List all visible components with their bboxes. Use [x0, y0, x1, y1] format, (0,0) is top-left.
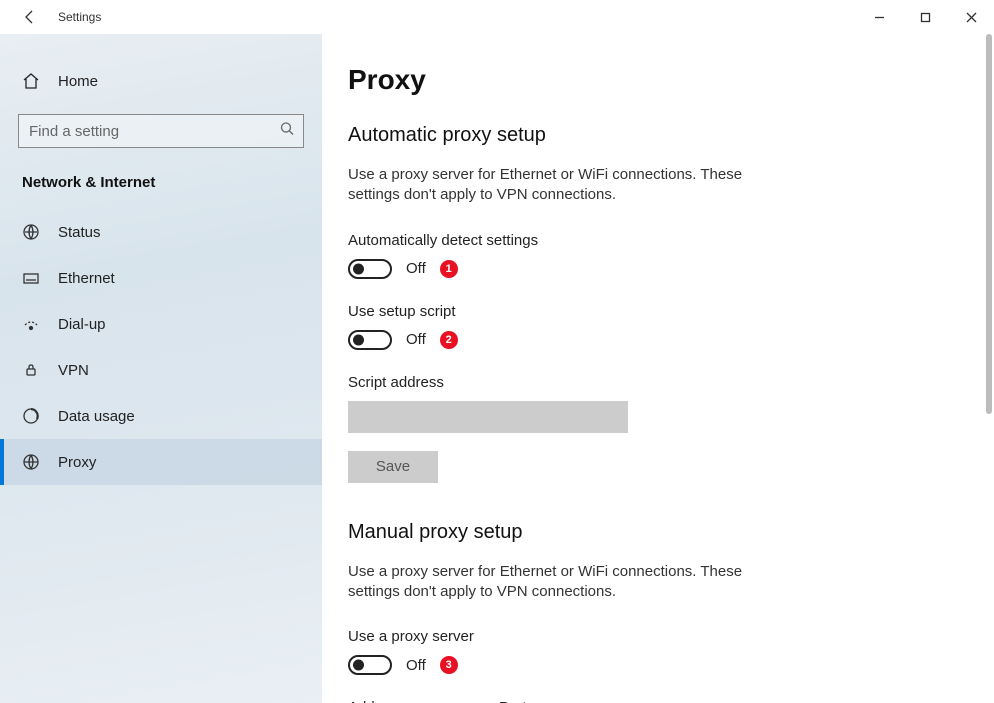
search-icon — [280, 122, 294, 141]
script-address-input[interactable] — [348, 401, 628, 433]
detect-label: Automatically detect settings — [348, 232, 994, 249]
sidebar-item-vpn[interactable]: VPN — [0, 347, 322, 393]
proxy-icon — [22, 453, 40, 471]
detect-state: Off — [406, 260, 426, 277]
sidebar: Home Network & Internet Status Ethernet — [0, 34, 322, 703]
status-icon — [22, 223, 40, 241]
search-input[interactable] — [18, 114, 304, 148]
script-state: Off — [406, 331, 426, 348]
window-title: Settings — [58, 10, 101, 24]
annotation-badge-2: 2 — [440, 331, 458, 349]
use-proxy-toggle[interactable] — [348, 655, 392, 675]
use-proxy-state: Off — [406, 657, 426, 674]
sidebar-item-label: Status — [58, 224, 101, 241]
main-content: Proxy Automatic proxy setup Use a proxy … — [322, 34, 994, 703]
script-toggle[interactable] — [348, 330, 392, 350]
page-title: Proxy — [348, 64, 994, 96]
manual-section-heading: Manual proxy setup — [348, 521, 994, 544]
annotation-badge-3: 3 — [440, 656, 458, 674]
ethernet-icon — [22, 269, 40, 287]
maximize-button[interactable] — [902, 0, 948, 34]
sidebar-item-status[interactable]: Status — [0, 209, 322, 255]
vpn-icon — [22, 361, 40, 379]
home-icon — [22, 72, 40, 90]
sidebar-item-proxy[interactable]: Proxy — [0, 439, 322, 485]
dialup-icon — [22, 315, 40, 333]
save-button[interactable]: Save — [348, 451, 438, 483]
sidebar-item-label: VPN — [58, 362, 89, 379]
sidebar-item-label: Data usage — [58, 408, 135, 425]
sidebar-item-label: Dial-up — [58, 316, 106, 333]
sidebar-item-label: Ethernet — [58, 270, 115, 287]
sidebar-item-label: Proxy — [58, 454, 96, 471]
sidebar-item-dialup[interactable]: Dial-up — [0, 301, 322, 347]
home-button[interactable]: Home — [0, 64, 322, 98]
script-label: Use setup script — [348, 303, 994, 320]
annotation-badge-1: 1 — [440, 260, 458, 278]
close-button[interactable] — [948, 0, 994, 34]
sidebar-item-data-usage[interactable]: Data usage — [0, 393, 322, 439]
sidebar-item-ethernet[interactable]: Ethernet — [0, 255, 322, 301]
auto-section-heading: Automatic proxy setup — [348, 124, 994, 147]
scrollbar[interactable] — [986, 34, 992, 414]
data-usage-icon — [22, 407, 40, 425]
minimize-button[interactable] — [856, 0, 902, 34]
manual-port-label: Port — [499, 699, 527, 703]
detect-toggle[interactable] — [348, 259, 392, 279]
manual-section-desc: Use a proxy server for Ethernet or WiFi … — [348, 562, 788, 603]
category-title: Network & Internet — [0, 168, 322, 209]
back-button[interactable] — [22, 9, 38, 25]
home-label: Home — [58, 73, 98, 90]
use-proxy-label: Use a proxy server — [348, 628, 994, 645]
auto-section-desc: Use a proxy server for Ethernet or WiFi … — [348, 165, 788, 206]
titlebar: Settings — [0, 0, 994, 34]
manual-address-label: Address — [348, 699, 403, 703]
script-address-label: Script address — [348, 374, 994, 391]
